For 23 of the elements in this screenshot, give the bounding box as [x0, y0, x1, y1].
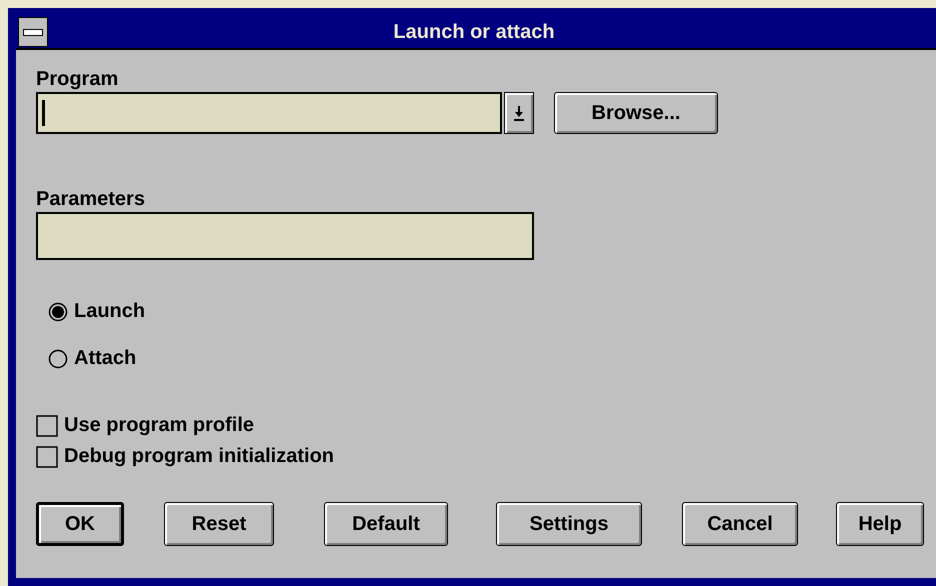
radio-label[interactable]: Launch	[74, 300, 146, 323]
program-field[interactable]	[36, 92, 502, 134]
dialog-button[interactable]: Cancel	[682, 502, 798, 546]
dropdown-button[interactable]	[504, 92, 534, 134]
parameters-field[interactable]	[36, 212, 534, 260]
dialog-button[interactable]: Settings	[496, 502, 642, 546]
dialog-button[interactable]: OK	[36, 502, 124, 546]
window-title: Launch or attach	[392, 20, 556, 44]
parameters-label: Parameters	[36, 188, 146, 210]
dialog-button[interactable]: Reset	[164, 502, 274, 546]
radio-button[interactable]	[48, 302, 68, 322]
checkbox-label[interactable]: Debug program initialization	[64, 445, 334, 468]
radio-label[interactable]: Attach	[74, 347, 136, 370]
checkbox[interactable]	[36, 446, 58, 468]
checkbox[interactable]	[36, 414, 58, 436]
dialog-button[interactable]: Default	[324, 502, 448, 546]
checkbox-label[interactable]: Use program profile	[64, 414, 254, 437]
radio-button[interactable]	[48, 348, 68, 368]
dialog-button[interactable]: Help	[836, 502, 924, 546]
down-arrow-icon	[513, 105, 525, 121]
browse-button[interactable]: Browse...	[554, 92, 718, 134]
program-label: Program	[36, 68, 120, 90]
system-menu-button[interactable]	[18, 17, 48, 47]
